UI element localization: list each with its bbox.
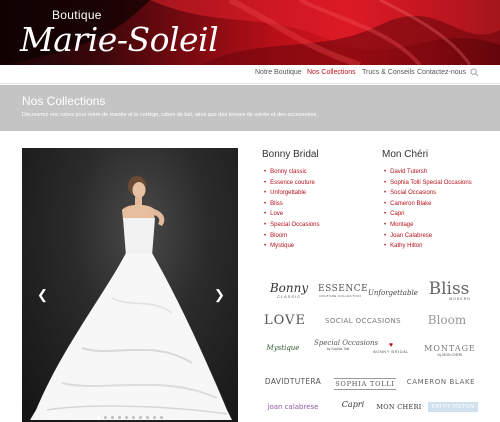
brand-link-label: Special Occasions: [270, 221, 320, 228]
brand-link-label: Joan Calabrese: [390, 232, 433, 239]
brand-link[interactable]: • Essence couture: [264, 180, 319, 191]
slider-dot[interactable]: [153, 416, 156, 419]
logo-social-occasions[interactable]: SOCIAL OCCASIONS: [320, 317, 406, 325]
brand-link[interactable]: • Kathy Hilton: [384, 243, 472, 254]
logo-bonny-classic[interactable]: Bonny CLASSIC: [266, 281, 312, 299]
image-slider[interactable]: ❮ ❯: [22, 148, 238, 422]
header-banner: Boutique Marie-Soleil: [0, 0, 500, 65]
collection-list-bonny-bridal: • Bonny classic • Essence couture • Unforgett…: [264, 169, 319, 254]
nav-item-nos-collections[interactable]: Nos Collections: [307, 69, 356, 76]
logo-special-occasions[interactable]: Special Occasions by Sophia Tolli: [314, 340, 378, 352]
bullet-icon: •: [264, 190, 267, 197]
logo-essence-couture[interactable]: ESSENCE COUTURE COLLECTION: [318, 284, 368, 298]
brand-link[interactable]: • Unforgettable: [264, 190, 319, 201]
brand-link-label: Kathy Hilton: [390, 243, 423, 250]
slider-dots: [22, 416, 238, 419]
page: Boutique Marie-Soleil Notre Boutique Nos…: [0, 0, 500, 422]
slider-dot[interactable]: [118, 416, 121, 419]
brand-link-label: Bliss: [270, 200, 283, 207]
nav-item-contactez-nous[interactable]: Contactez-nous: [417, 69, 466, 76]
brand-link[interactable]: • Sophia Tolli Special Occasions: [384, 180, 472, 191]
nav-item-trucs-conseils[interactable]: Trucs & Conseils: [362, 69, 415, 76]
collection-title-bonny-bridal: Bonny Bridal: [262, 149, 319, 160]
slider-dot[interactable]: [139, 416, 142, 419]
nav-item-notre-boutique[interactable]: Notre Boutique: [255, 69, 302, 76]
bullet-icon: •: [264, 221, 267, 228]
slider-prev-button[interactable]: ❮: [37, 288, 48, 301]
bullet-icon: •: [264, 211, 267, 218]
search-icon[interactable]: [470, 68, 479, 77]
page-title: Nos Collections: [22, 94, 106, 108]
brand-link[interactable]: • Joan Calabrese: [384, 233, 472, 244]
bullet-icon: •: [264, 243, 267, 250]
brand-link[interactable]: • Mystique: [264, 243, 319, 254]
bullet-icon: •: [384, 179, 387, 186]
logo-montage[interactable]: MONTAGE by MON CHÉRI: [422, 344, 478, 357]
slider-dot[interactable]: [111, 416, 114, 419]
logo-capri[interactable]: Capri: [334, 400, 372, 409]
brand-link[interactable]: • Bloom: [264, 233, 319, 244]
bullet-icon: •: [384, 221, 387, 228]
bullet-icon: •: [264, 169, 267, 175]
brand-link-label: David Tutersh: [390, 169, 428, 175]
logo-mon-cheri[interactable]: MON CHERI: [376, 403, 422, 411]
main-nav: Notre Boutique Nos Collections Trucs & C…: [0, 65, 500, 84]
brand-link[interactable]: • Capri: [384, 211, 472, 222]
brand-link[interactable]: • Cameron Blake: [384, 201, 472, 212]
logo-script-text: Marie-Soleil: [20, 20, 219, 59]
brand-link[interactable]: • Bonny classic: [264, 169, 319, 180]
brand-link-label: Mystique: [270, 243, 295, 250]
brand-link-label: Bonny classic: [270, 169, 307, 175]
brand-link[interactable]: • David Tutersh: [384, 169, 472, 180]
logo-bonny-bridal[interactable]: ♥ BONNY BRIDAL: [368, 342, 414, 354]
brand-link-label: Sophia Tolli Special Occasions: [390, 179, 472, 186]
slider-dot[interactable]: [132, 416, 135, 419]
bullet-icon: •: [384, 211, 387, 218]
slider-dot[interactable]: [97, 416, 100, 419]
bullet-icon: •: [384, 243, 387, 250]
logo-kathy-hilton[interactable]: KATHY HILTON: [428, 402, 478, 412]
slider-next-button[interactable]: ❯: [214, 288, 225, 301]
bullet-icon: •: [384, 190, 387, 197]
logo-cameron-blake[interactable]: CAMERON BLAKE: [404, 378, 478, 386]
bullet-icon: •: [384, 169, 387, 175]
logo-david-tutera[interactable]: DAVIDTUTERA: [264, 377, 322, 386]
brand-link[interactable]: • Social Occasions: [384, 190, 472, 201]
brand-link-label: Unforgettable: [270, 190, 307, 197]
bullet-icon: •: [264, 232, 267, 239]
brand-link-label: Capri: [390, 211, 405, 218]
brand-link[interactable]: • Special Occasions: [264, 222, 319, 233]
brand-link-label: Essence couture: [270, 179, 315, 186]
logo-bliss-modern[interactable]: Bliss MODERN: [420, 279, 478, 301]
slider-dot[interactable]: [104, 416, 107, 419]
logo-mystique[interactable]: Mystique: [264, 344, 302, 352]
slider-dot[interactable]: [125, 416, 128, 419]
slider-dot[interactable]: [146, 416, 149, 419]
brand-link[interactable]: • Love: [264, 211, 319, 222]
title-band: Nos Collections Découvrez nos robes pour…: [0, 85, 500, 131]
brand-link-label: Love: [270, 211, 284, 218]
bullet-icon: •: [384, 232, 387, 239]
heart-icon: ♥: [388, 342, 394, 349]
slider-dot[interactable]: [160, 416, 163, 419]
bullet-icon: •: [264, 200, 267, 207]
logo-bloom[interactable]: Bloom: [424, 313, 470, 327]
brand-link[interactable]: • Montage: [384, 222, 472, 233]
brand-link-label: Montage: [390, 221, 414, 228]
logo-sophia-tolli[interactable]: SOPHIA TOLLI: [334, 378, 396, 390]
logo-unforgettable[interactable]: Unforgettable: [368, 289, 418, 297]
bullet-icon: •: [264, 179, 267, 186]
brand-link-label: Cameron Blake: [390, 200, 432, 207]
bullet-icon: •: [384, 200, 387, 207]
collection-list-mon-cheri: • David Tutersh • Sophia Tolli Special Occa…: [384, 169, 472, 254]
brand-link-label: Social Occasions: [390, 190, 437, 197]
bride-photo: [30, 176, 232, 420]
brand-link-label: Bloom: [270, 232, 288, 239]
page-subtitle: Découvrez nos robes pour mère de mariée …: [22, 112, 317, 118]
logo-joan-calabrese[interactable]: joan calabrese: [262, 403, 324, 411]
brand-link[interactable]: • Bliss: [264, 201, 319, 212]
collection-title-mon-cheri: Mon Chéri: [382, 149, 429, 160]
logo-love[interactable]: LOVE: [264, 313, 305, 328]
